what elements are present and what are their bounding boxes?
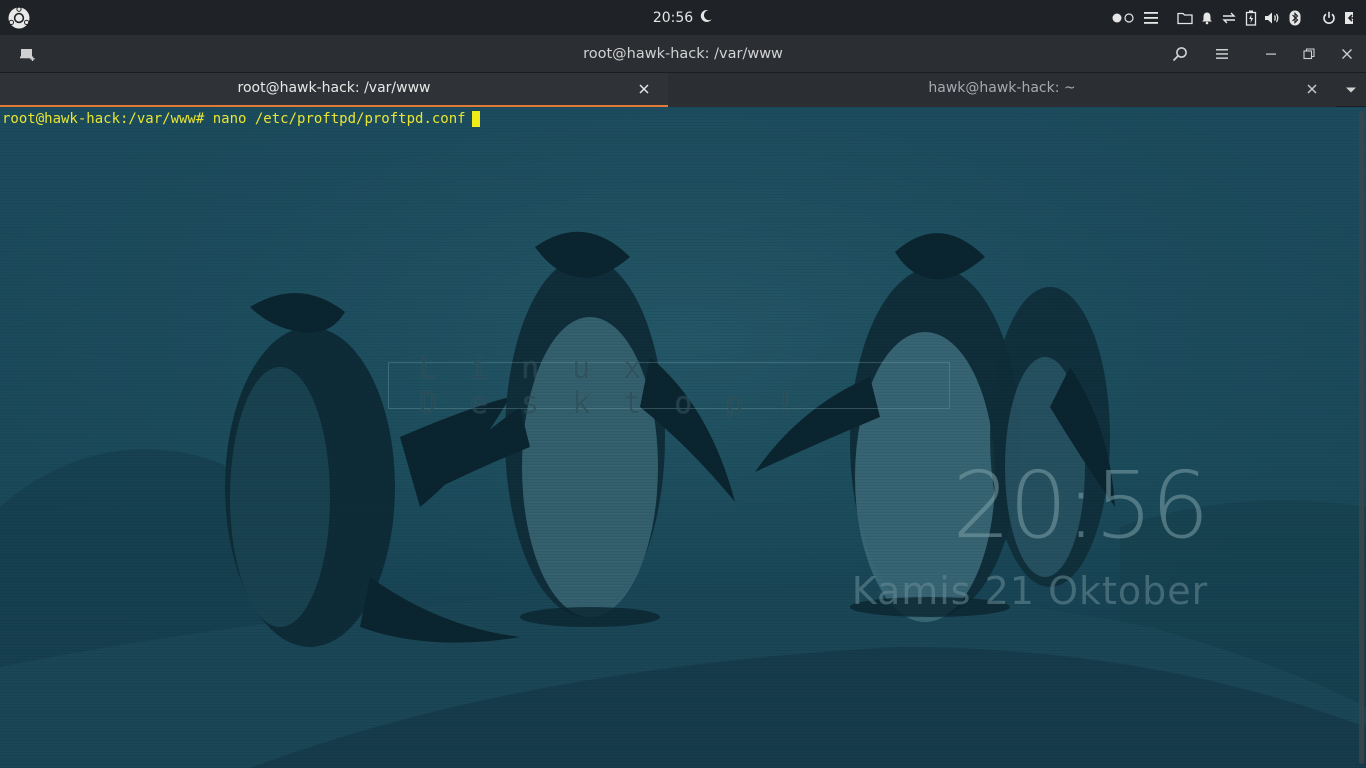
minimize-icon[interactable]	[1259, 43, 1283, 65]
tab-bar: root@hawk-hack: /var/www hawk@hawk-hack:…	[0, 73, 1366, 107]
terminal-scrollbar[interactable]	[1359, 111, 1364, 764]
tab-label: hawk@hawk-hack: ~	[928, 80, 1076, 96]
terminal-command-line[interactable]: root@hawk-hack:/var/www# nano /etc/proft…	[2, 110, 480, 128]
terminal-area[interactable]: Linux Desktop! 20:56 Kamis 21 Oktober ro…	[0, 107, 1366, 768]
battery-icon[interactable]	[1242, 8, 1260, 28]
close-icon[interactable]	[1335, 43, 1359, 65]
terminal-cursor	[471, 111, 480, 127]
moon-icon[interactable]	[699, 9, 713, 27]
terminal-titlebar: root@hawk-hack: /var/www	[0, 35, 1366, 73]
terminal-command: nano /etc/proftpd/proftpd.conf	[204, 111, 466, 127]
menu-icon[interactable]	[1142, 8, 1160, 28]
panel-clock[interactable]: 20:56	[653, 10, 693, 26]
penguin-wallpaper	[0, 107, 1366, 768]
folder-icon[interactable]	[1176, 8, 1194, 28]
desktop-banner: Linux Desktop!	[388, 351, 950, 421]
ubuntu-logo-icon[interactable]	[6, 5, 32, 31]
power-icon[interactable]	[1320, 8, 1338, 28]
system-tray	[1110, 0, 1360, 35]
window-title: root@hawk-hack: /var/www	[583, 46, 783, 62]
tab-root-var-www[interactable]: root@hawk-hack: /var/www	[0, 73, 668, 107]
menu-icon[interactable]	[1210, 43, 1234, 65]
desktop-clock-time: 20:56	[952, 452, 1209, 559]
tab-hawk-home[interactable]: hawk@hawk-hack: ~	[668, 73, 1336, 107]
volume-icon[interactable]	[1264, 8, 1282, 28]
close-tab-icon[interactable]	[636, 81, 652, 97]
terminal-prompt: root@hawk-hack:/var/www#	[2, 111, 205, 127]
top-panel: 20:56	[0, 0, 1366, 35]
network-transfer-icon[interactable]	[1220, 8, 1238, 28]
bell-icon[interactable]	[1198, 8, 1216, 28]
bluetooth-icon[interactable]	[1286, 8, 1304, 28]
logout-icon[interactable]	[1342, 8, 1360, 28]
desktop-clock-date: Kamis 21 Oktober	[851, 569, 1209, 613]
restore-icon[interactable]	[1297, 43, 1321, 65]
tab-label: root@hawk-hack: /var/www	[237, 80, 431, 96]
workspace-dots-icon[interactable]	[1110, 8, 1138, 28]
search-icon[interactable]	[1168, 43, 1192, 65]
close-tab-icon[interactable]	[1304, 81, 1320, 97]
chevron-down-icon[interactable]	[1340, 79, 1362, 101]
